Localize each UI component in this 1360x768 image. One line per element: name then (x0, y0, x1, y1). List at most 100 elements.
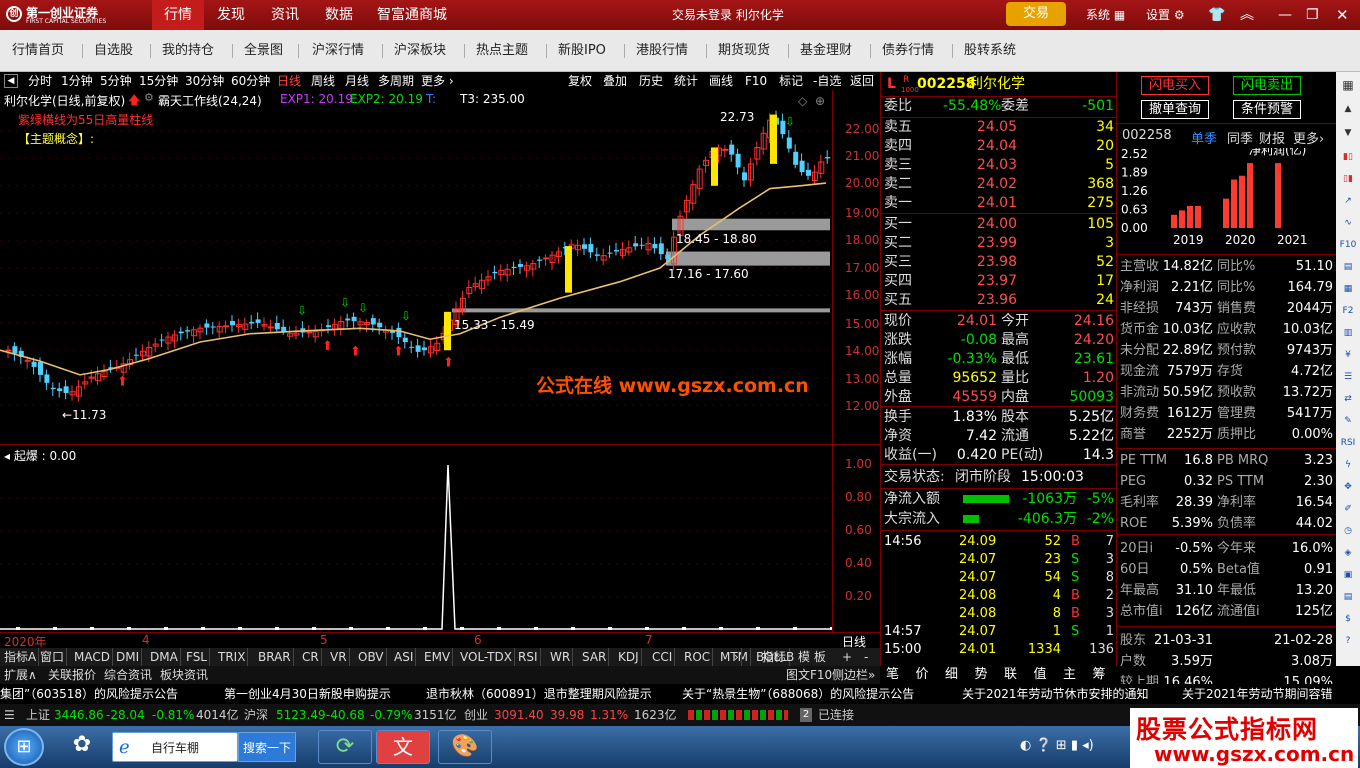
sidebar-bars-icon[interactable]: ▤ (1338, 588, 1358, 606)
nav-quotes[interactable]: 行情 (152, 0, 204, 30)
sidebar-help-icon[interactable]: ? (1338, 632, 1358, 650)
menu-icon[interactable]: ☰ (4, 704, 15, 726)
zoom-icon[interactable]: ⊕ (815, 94, 825, 108)
quote-tab[interactable]: 筹 (1093, 666, 1106, 684)
subnav-home[interactable]: 行情首页 (12, 42, 64, 60)
nav-data[interactable]: 数据 (314, 0, 364, 30)
sidebar-move-icon[interactable]: ✥ (1338, 478, 1358, 496)
subnav-funds[interactable]: 基金理财 (800, 42, 852, 60)
close-icon[interactable]: ✕ (1336, 0, 1349, 30)
subnav-hk[interactable]: 港股行情 (636, 42, 688, 60)
tool-draw[interactable]: 画线 (709, 72, 733, 90)
quote-tab[interactable]: 主 (1063, 666, 1076, 684)
sidebar-bolt-icon[interactable]: ϟ (1338, 456, 1358, 474)
indicator-next-icon[interactable]: › (732, 648, 742, 666)
sidebar-wave-icon[interactable]: ∿ (1338, 214, 1358, 232)
tool-history[interactable]: 历史 (639, 72, 663, 90)
sidebar-up-icon[interactable]: ▲ (1338, 100, 1358, 118)
period-30min[interactable]: 30分钟 (185, 72, 224, 90)
period-more[interactable]: 更多 › (421, 72, 454, 90)
sidebar-f2-icon[interactable]: F2 (1338, 302, 1358, 320)
indicator-right-tab[interactable]: 模 板 (796, 648, 828, 666)
diamond-icon[interactable]: ◇ (798, 94, 807, 108)
sidebar-dollar-icon[interactable]: $ (1338, 610, 1358, 628)
sidebar-doc-icon[interactable]: ▤ (1338, 258, 1358, 276)
period-5min[interactable]: 5分钟 (100, 72, 132, 90)
system-menu[interactable]: 系统 ▦ (1086, 0, 1125, 30)
indicator-tab[interactable]: VOL-TDX (458, 648, 515, 666)
related-quotes-tab[interactable]: 关联报价 (48, 666, 96, 684)
subnav-sh-sz[interactable]: 沪深行情 (312, 42, 364, 60)
tool-stats[interactable]: 统计 (674, 72, 698, 90)
news-item[interactable]: 关于2021年劳动节期间容错 (1182, 684, 1333, 704)
tray-icons[interactable]: ◐ ❔ ⊞ ▮ ◂) (1020, 738, 1094, 753)
minimize-icon[interactable]: — (1278, 0, 1292, 30)
period-intraday[interactable]: 分时 (28, 72, 52, 90)
indicator-right-tab[interactable]: + (840, 648, 854, 666)
sidebar-table-icon[interactable]: ▦ (1338, 280, 1358, 298)
subnav-bonds[interactable]: 债券行情 (882, 42, 934, 60)
quote-tab[interactable]: 联 (1004, 666, 1017, 684)
browser-taskbar-item[interactable]: ℯ 自行车棚 (112, 732, 238, 762)
skin-icon[interactable]: 👕 (1208, 0, 1225, 30)
sidebar-down-icon[interactable]: ▼ (1338, 124, 1358, 142)
indicator-tab[interactable]: ROC (682, 648, 714, 666)
indicator-tab[interactable]: SAR (580, 648, 610, 666)
indicator-chart[interactable]: ◂ 起爆 : 0.00 (0, 444, 834, 632)
sidebar-rsi-icon[interactable]: RSI (1338, 434, 1358, 452)
index-cy-name[interactable]: 创业 (464, 704, 488, 726)
news-item[interactable]: 关于“热景生物”（688068）的风险提示公告 (682, 684, 914, 704)
period-monthly[interactable]: 月线 (345, 72, 369, 90)
indicator-tab[interactable]: RSI (516, 648, 541, 666)
sidebar-page-icon[interactable]: ▣ (1338, 566, 1358, 584)
tool-mark[interactable]: 标记 (779, 72, 803, 90)
trade-button[interactable]: 交易 (1006, 2, 1066, 26)
sidebar-candle2-icon[interactable]: ▯▮ (1338, 170, 1358, 188)
paint-app-icon[interactable]: 🎨 (438, 730, 492, 764)
index-sh-name[interactable]: 上证 (26, 704, 50, 726)
tool-f10[interactable]: F10 (745, 72, 767, 90)
sidebar-list-icon[interactable]: ☰ (1338, 368, 1358, 386)
subnav-panorama[interactable]: 全景图 (244, 42, 283, 60)
indicator-tab[interactable]: BRAR (256, 648, 294, 666)
period-multi[interactable]: 多周期 (378, 72, 414, 90)
expand-tab[interactable]: 扩展∧ (4, 666, 37, 684)
subnav-watchlist[interactable]: 自选股 (94, 42, 133, 60)
index-hs-name[interactable]: 沪深 (244, 704, 268, 726)
refresh-app-icon[interactable]: ⟳ (318, 730, 372, 764)
sidebar-candle-icon[interactable]: ▮▯ (1338, 148, 1358, 166)
indicator-tab[interactable]: EMV (422, 648, 454, 666)
collapse-icon[interactable]: ︽ (1240, 0, 1254, 30)
indicator-tab[interactable]: 指标A (2, 648, 40, 666)
fin-tab-yoy[interactable]: 同季 (1227, 128, 1253, 147)
period-60min[interactable]: 60分钟 (231, 72, 270, 90)
indicator-right-tab[interactable]: - (862, 648, 870, 666)
indicator-tab[interactable]: WR (548, 648, 574, 666)
subnav-neeq[interactable]: 股转系统 (964, 42, 1016, 60)
sidebar-trend-icon[interactable]: ↗ (1338, 192, 1358, 210)
tool-overlay[interactable]: 叠加 (603, 72, 627, 90)
fin-tab-quarter[interactable]: 单季 (1191, 128, 1217, 147)
cancel-query-button[interactable]: 撤单查询 (1141, 100, 1209, 119)
securities-app-icon[interactable]: 文 (376, 730, 430, 764)
sidebar-f10-icon[interactable]: F10 (1338, 236, 1358, 254)
search-taskbar-item[interactable]: 搜索一下 (238, 732, 296, 762)
indicator-tab[interactable]: ASI (392, 648, 417, 666)
sidebar-edit-icon[interactable]: ✐ (1338, 500, 1358, 518)
sidebar-chart-icon[interactable]: ▥ (1338, 324, 1358, 342)
settings-icon[interactable]: ⚙ (144, 91, 154, 104)
news-item[interactable]: 第一创业4月30日新股申购提示 (224, 684, 391, 704)
quote-tab[interactable]: 值 (1034, 666, 1047, 684)
quote-tab[interactable]: 细 (945, 666, 958, 684)
nav-news[interactable]: 资讯 (260, 0, 310, 30)
indicator-tab[interactable]: VR (328, 648, 350, 666)
indicator-tab[interactable]: OBV (356, 648, 387, 666)
indicator-tab[interactable]: DMI (114, 648, 143, 666)
indicator-tab[interactable]: DMA (148, 648, 181, 666)
news-item[interactable]: 关于2021年劳动节休市安排的通知 (962, 684, 1149, 704)
collapse-arrow-icon[interactable]: ◂ (4, 449, 14, 463)
subnav-holdings[interactable]: 我的持仓 (162, 42, 214, 60)
period-1min[interactable]: 1分钟 (61, 72, 93, 90)
tool-adjust[interactable]: 复权 (568, 72, 592, 90)
condition-alert-button[interactable]: 条件预警 (1233, 100, 1301, 119)
